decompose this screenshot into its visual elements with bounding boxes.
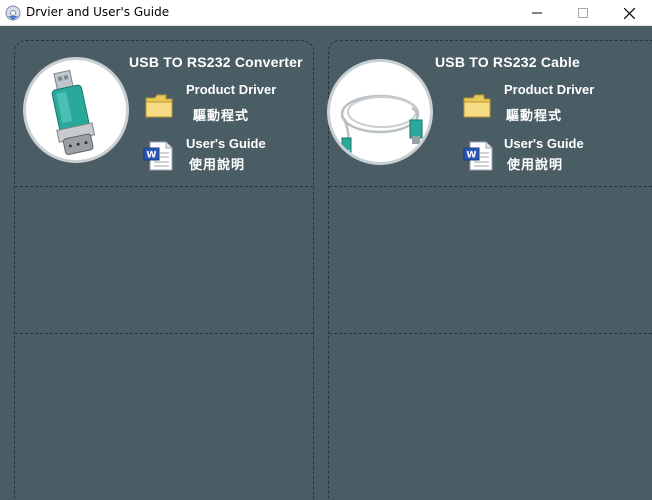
user-guide-link[interactable]: User's Guide [186,136,266,151]
folder-icon[interactable] [462,90,492,125]
usb-serial-cable-image [327,59,433,165]
usb-serial-converter-image [23,57,129,163]
divider [15,186,313,187]
user-guide-link[interactable]: User's Guide [504,136,584,151]
divider [329,333,652,334]
product-driver-link[interactable]: Product Driver [186,82,276,97]
word-document-icon[interactable]: W [142,140,174,177]
svg-text:W: W [467,151,477,161]
user-guide-link-cn[interactable]: 使用說明 [189,154,245,173]
title-bar[interactable]: Drvier and User's Guide [0,0,652,26]
user-guide-link-cn[interactable]: 使用說明 [507,154,563,173]
maximize-button[interactable] [560,0,606,26]
product-driver-link[interactable]: Product Driver [504,82,594,97]
disc-icon[interactable] [5,5,21,21]
word-document-icon[interactable]: W [462,140,494,177]
svg-text:W: W [147,151,157,161]
window-title: Drvier and User's Guide [26,5,170,19]
divider [15,333,313,334]
minimize-button[interactable] [514,0,560,26]
product-driver-link-cn[interactable]: 驅動程式 [193,105,249,124]
minimize-icon [532,12,542,14]
main-area: USB TO RS232 Converter Product Driver 驅動… [0,26,652,500]
product-driver-link-cn[interactable]: 驅動程式 [506,105,562,124]
product-heading: USB TO RS232 Cable [435,54,580,70]
folder-icon[interactable] [144,90,174,125]
maximize-icon [578,8,588,18]
close-button[interactable] [606,0,652,26]
close-icon [623,7,635,19]
product-heading: USB TO RS232 Converter [129,54,303,70]
divider [329,186,652,187]
